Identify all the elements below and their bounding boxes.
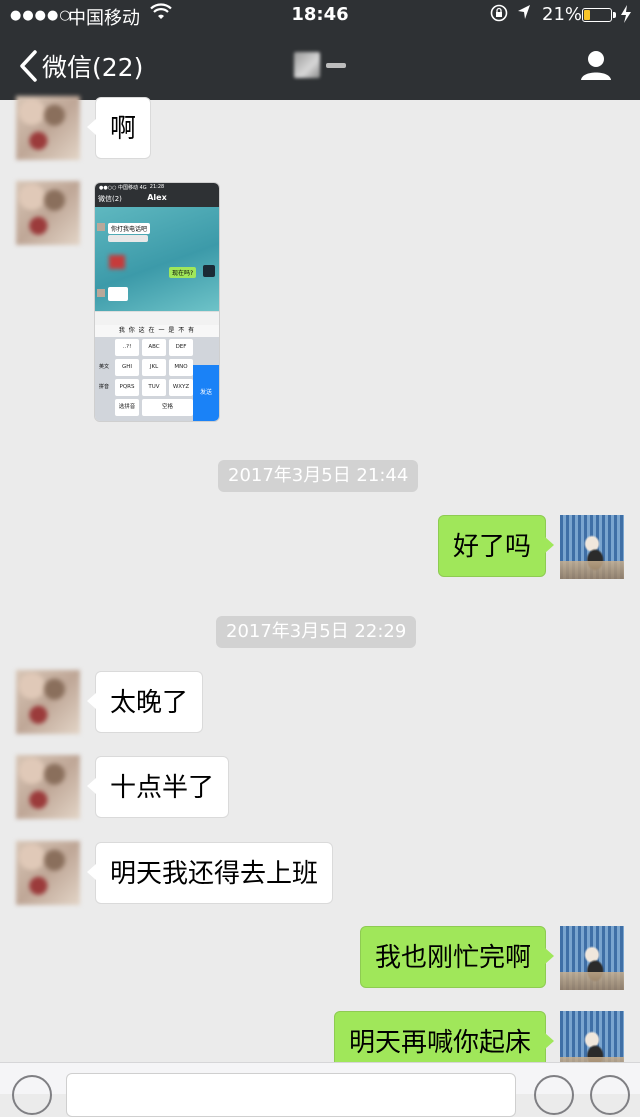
embedded-input-bar (95, 311, 219, 326)
embedded-send-key: 发送 (193, 365, 219, 421)
embedded-header: ●●○○ 中国移动 4G 21:28 微信(2) Alex (95, 183, 219, 207)
my-avatar[interactable] (560, 926, 624, 990)
embedded-key: 选拼音 (115, 399, 139, 416)
contact-avatar[interactable] (16, 755, 80, 819)
embedded-key: WXYZ (169, 379, 193, 396)
embedded-key: DEF (169, 339, 193, 356)
embedded-key: JKL (142, 359, 166, 376)
embedded-keyboard: 我 你 这 在 一 是 不 有 ..?! ABC DEF 英文 GHI JKL … (95, 325, 219, 421)
incoming-message-bubble[interactable]: 啊 (86, 97, 152, 159)
top-bar: ●●●●○ 中国移动 18:46 21% 微信(22) (0, 0, 640, 100)
outgoing-message-bubble[interactable]: 我也刚忙完啊 (359, 926, 555, 988)
outgoing-message-bubble[interactable]: 好了吗 (437, 515, 555, 577)
embedded-time: 21:28 (149, 184, 165, 190)
embedded-side-key: 英文 (98, 364, 109, 370)
embedded-side-key: 拼音 (98, 384, 109, 390)
embedded-incoming-message: 你打我电话吧 (108, 223, 151, 234)
embedded-outgoing-message: 现在吗? (169, 267, 197, 278)
embedded-key: PQRS (115, 379, 139, 396)
contact-avatar[interactable] (16, 841, 80, 905)
contact-avatar[interactable] (16, 181, 80, 245)
embedded-title: Alex (147, 193, 167, 202)
rotation-lock-icon (490, 4, 508, 27)
contact-avatar[interactable] (16, 670, 80, 734)
embedded-candidates: 我 你 这 在 一 是 不 有 (95, 325, 219, 337)
embedded-chat: 你打我电话吧 现在吗? (95, 207, 219, 311)
embedded-key: ..?! (115, 339, 139, 356)
message-input[interactable] (66, 1073, 516, 1117)
chevron-left-icon (20, 50, 37, 82)
embedded-key: 空格 (142, 399, 193, 416)
incoming-message-bubble[interactable]: 十点半了 (86, 756, 230, 818)
timestamp: 2017年3月5日 21:44 (218, 460, 419, 492)
battery-level-fill (584, 10, 590, 20)
timestamp: 2017年3月5日 22:29 (216, 616, 417, 648)
embedded-key: ABC (142, 339, 166, 356)
incoming-message-bubble[interactable]: 太晚了 (86, 671, 204, 733)
person-icon (581, 51, 611, 80)
message-input-bar (0, 1062, 640, 1117)
location-arrow-icon (516, 3, 532, 26)
battery-percentage: 21% (542, 4, 583, 25)
my-avatar[interactable] (560, 515, 624, 579)
incoming-message-bubble[interactable]: 明天我还得去上班 (86, 842, 334, 904)
chat-profile-button[interactable] (578, 48, 614, 84)
emoji-button[interactable] (534, 1075, 574, 1115)
status-bar: ●●●●○ 中国移动 18:46 21% (0, 0, 640, 32)
embedded-key: MNO (169, 359, 193, 376)
embedded-key: TUV (142, 379, 166, 396)
contact-avatar[interactable] (16, 96, 80, 160)
embedded-key: GHI (115, 359, 139, 376)
battery-tip (613, 12, 616, 18)
back-button[interactable]: 微信(22) (18, 46, 143, 86)
incoming-image-message[interactable]: ●●○○ 中国移动 4G 21:28 微信(2) Alex 你打我电话吧 现在吗… (94, 182, 220, 422)
chat-title-blurred (294, 52, 346, 78)
charging-bolt-icon (620, 4, 632, 28)
back-label: 微信(22) (42, 53, 144, 82)
voice-toggle-button[interactable] (12, 1075, 52, 1115)
battery-icon (582, 8, 612, 22)
more-button[interactable] (590, 1075, 630, 1115)
